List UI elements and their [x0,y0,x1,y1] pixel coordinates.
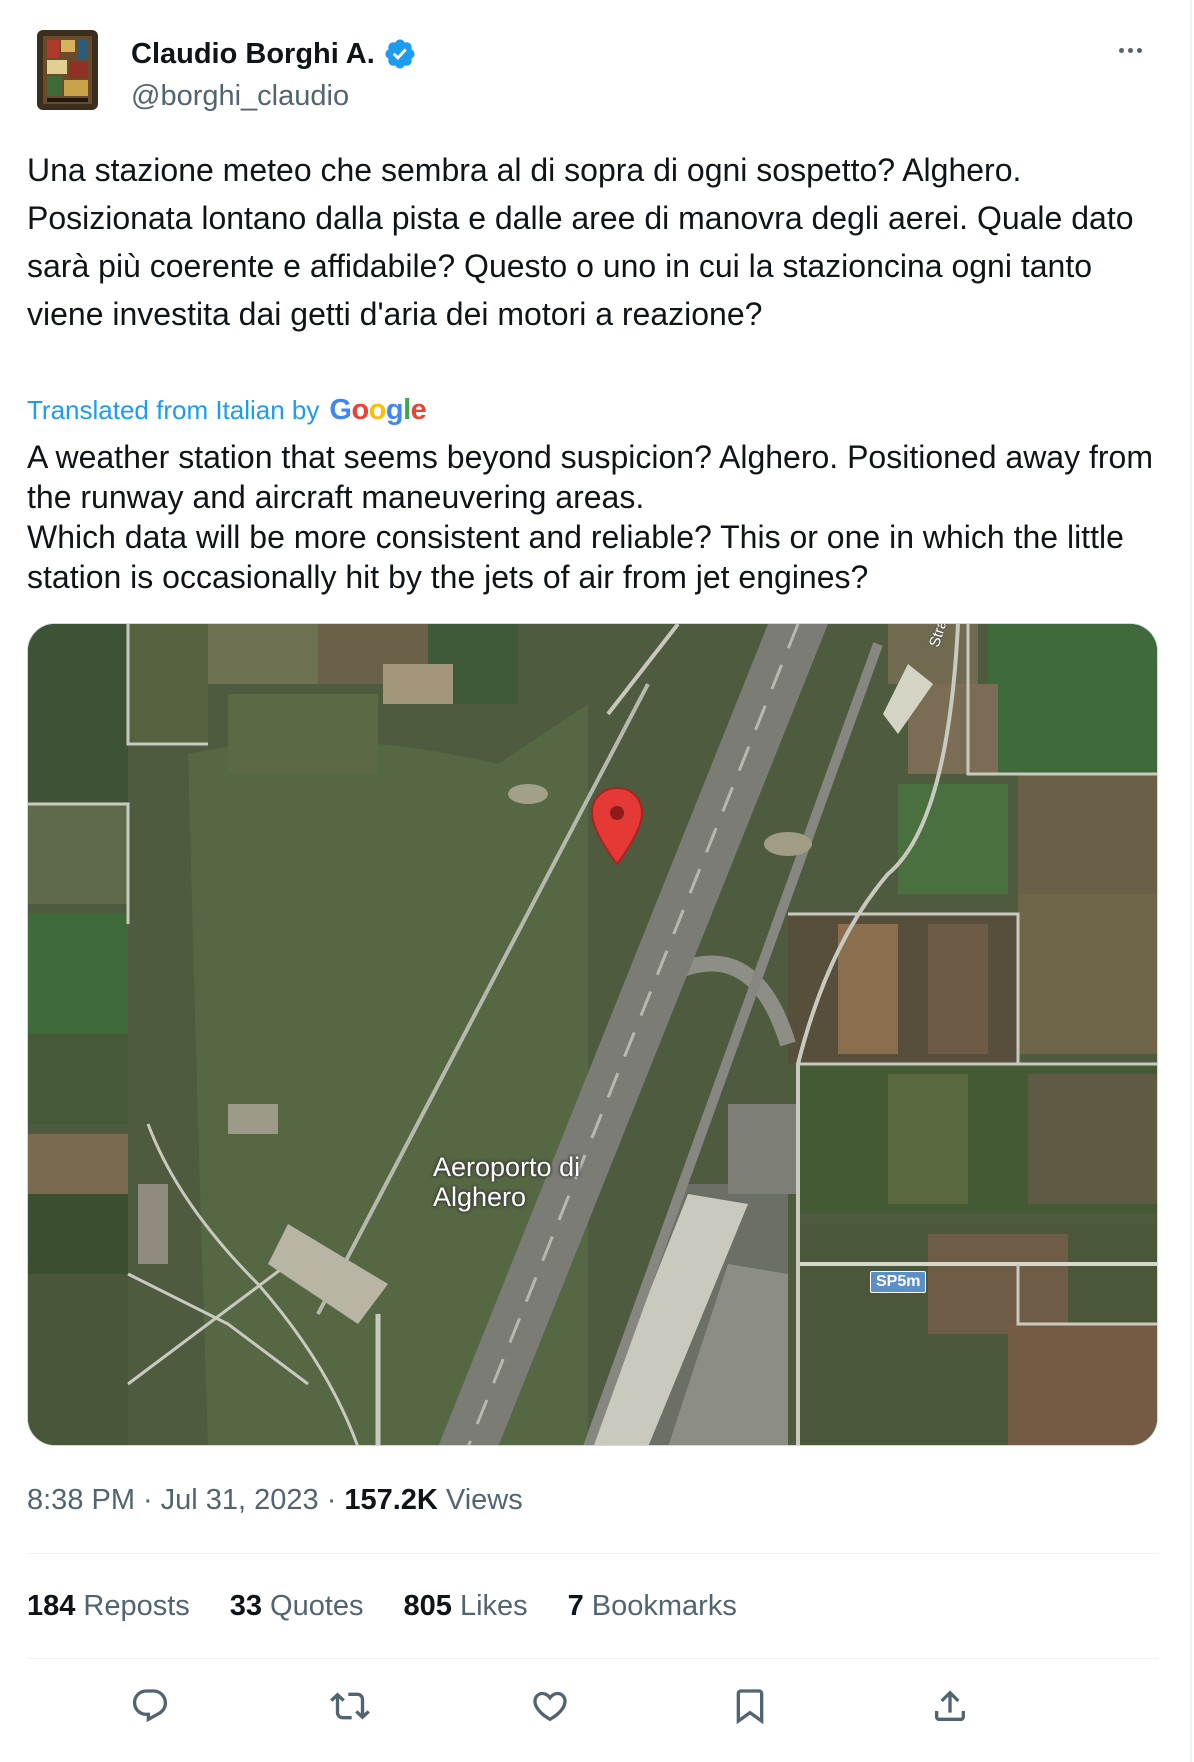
road-label: SP5m [870,1271,927,1293]
repost-button[interactable] [320,1676,380,1736]
like-button[interactable] [520,1676,580,1736]
tweet-image[interactable]: Strada Aeroporto di Alghero SP5m [27,623,1158,1446]
divider [27,1553,1158,1554]
bookmark-button[interactable] [720,1676,780,1736]
translated-text: A weather station that seems beyond susp… [27,439,1153,595]
avatar[interactable] [37,30,98,110]
tweet: Claudio Borghi A. @borghi_claudio Una st… [0,0,1194,1762]
reposts-label: Reposts [83,1589,190,1622]
tweet-text: Una stazione meteo che sembra al di sopr… [27,152,1134,332]
tweet-actions [27,1676,1158,1736]
quotes-stat[interactable]: 33 Quotes [230,1590,364,1623]
map-place-label: Aeroporto di Alghero [433,1152,581,1212]
column-border [1190,0,1192,1762]
translated-label: Translated from Italian by [27,394,320,425]
translation-attribution[interactable]: Translated from Italian by Google [27,390,427,430]
author-block: Claudio Borghi A. @borghi_claudio [131,32,417,116]
quotes-count: 33 [229,1589,263,1622]
google-logo: Google [329,393,427,426]
views-label: Views [445,1483,523,1516]
bookmark-icon [736,1689,764,1725]
views-count: 157.2K [344,1483,438,1516]
reposts-count: 184 [27,1589,76,1622]
tweet-header: Claudio Borghi A. @borghi_claudio [27,30,1177,114]
likes-label: Likes [459,1589,528,1622]
separator-dot: · [143,1483,153,1516]
like-icon [533,1691,567,1722]
likes-stat[interactable]: 805 Likes [404,1590,528,1623]
share-button[interactable] [920,1676,980,1736]
reply-icon [132,1689,168,1723]
repost-icon [330,1692,370,1720]
bookmarks-label: Bookmarks [591,1589,737,1622]
bookmarks-count: 7 [567,1589,584,1622]
display-name[interactable]: Claudio Borghi A. [131,38,375,71]
tweet-time[interactable]: 8:38 PM [27,1484,135,1517]
author-handle[interactable]: @borghi_claudio [131,76,417,116]
reply-button[interactable] [120,1676,180,1736]
tweet-stats: 184 Reposts 33 Quotes 805 Likes 7 Bookmarks [27,1584,777,1628]
tweet-date[interactable]: Jul 31, 2023 [161,1484,319,1517]
likes-count: 805 [403,1589,452,1622]
more-options-icon[interactable] [1110,30,1150,70]
share-icon [935,1690,965,1721]
separator-dot: · [326,1483,337,1516]
verified-badge-icon [385,39,415,69]
tweet-meta: 8:38 PM · Jul 31, 2023 · 157.2K Views [27,1478,523,1522]
reposts-stat[interactable]: 184 Reposts [27,1590,190,1623]
bookmarks-stat[interactable]: 7 Bookmarks [568,1590,737,1623]
divider [27,1658,1158,1659]
quotes-label: Quotes [270,1589,364,1622]
map-pin-icon [590,786,644,866]
